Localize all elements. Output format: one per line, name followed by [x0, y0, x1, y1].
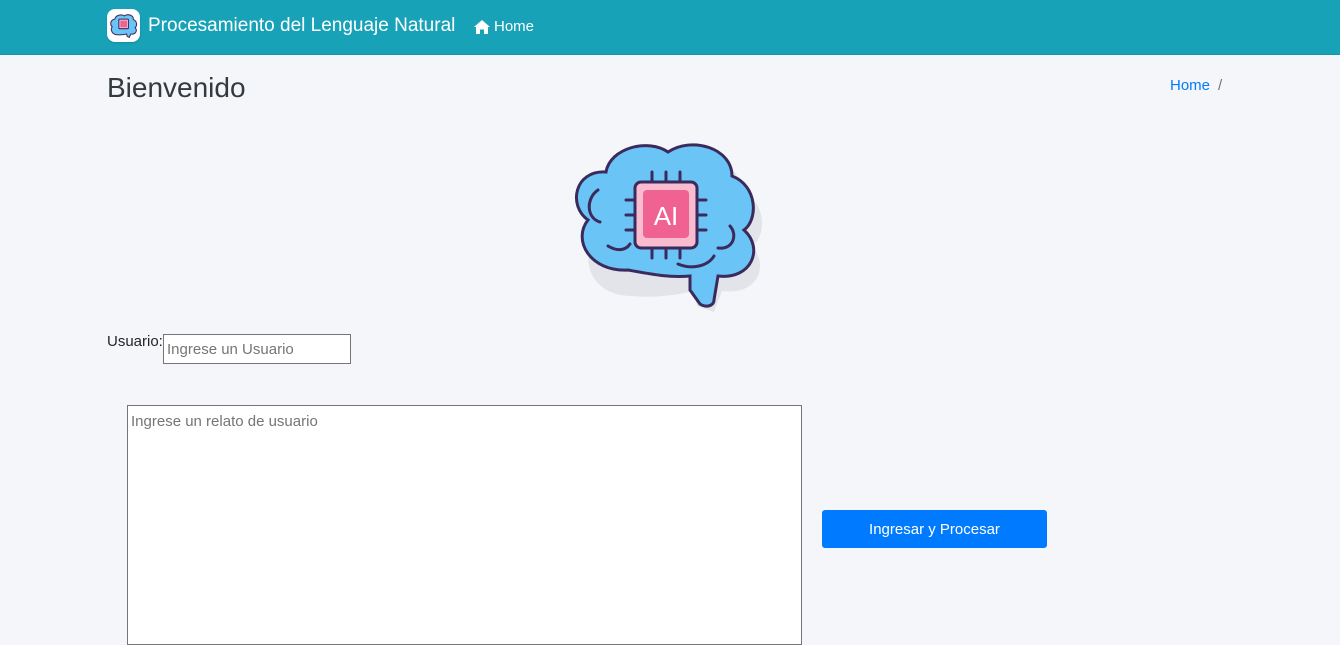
user-input[interactable]	[163, 334, 351, 364]
brain-ai-image: AI	[568, 140, 768, 312]
home-icon	[474, 19, 490, 34]
nav-home-link[interactable]: Home	[473, 18, 534, 35]
brain-ai-icon: AI	[574, 143, 763, 312]
breadcrumb-separator: /	[1218, 77, 1223, 94]
breadcrumb: Home /	[1170, 77, 1222, 94]
brain-ai-logo-icon	[107, 9, 140, 42]
brand-link[interactable]: Procesamiento del Lenguaje Natural	[107, 9, 455, 42]
user-story-textarea[interactable]	[127, 405, 802, 645]
nav-home-label: Home	[494, 18, 535, 35]
user-label: Usuario:	[107, 333, 163, 350]
page-title: Bienvenido	[107, 72, 246, 103]
top-navbar: Procesamiento del Lenguaje Natural Home	[0, 0, 1340, 55]
submit-process-button[interactable]: Ingresar y Procesar	[822, 510, 1047, 548]
brand-title: Procesamiento del Lenguaje Natural	[148, 14, 456, 36]
chip-ai-label: AI	[654, 201, 679, 231]
breadcrumb-home-link[interactable]: Home	[1170, 77, 1210, 94]
